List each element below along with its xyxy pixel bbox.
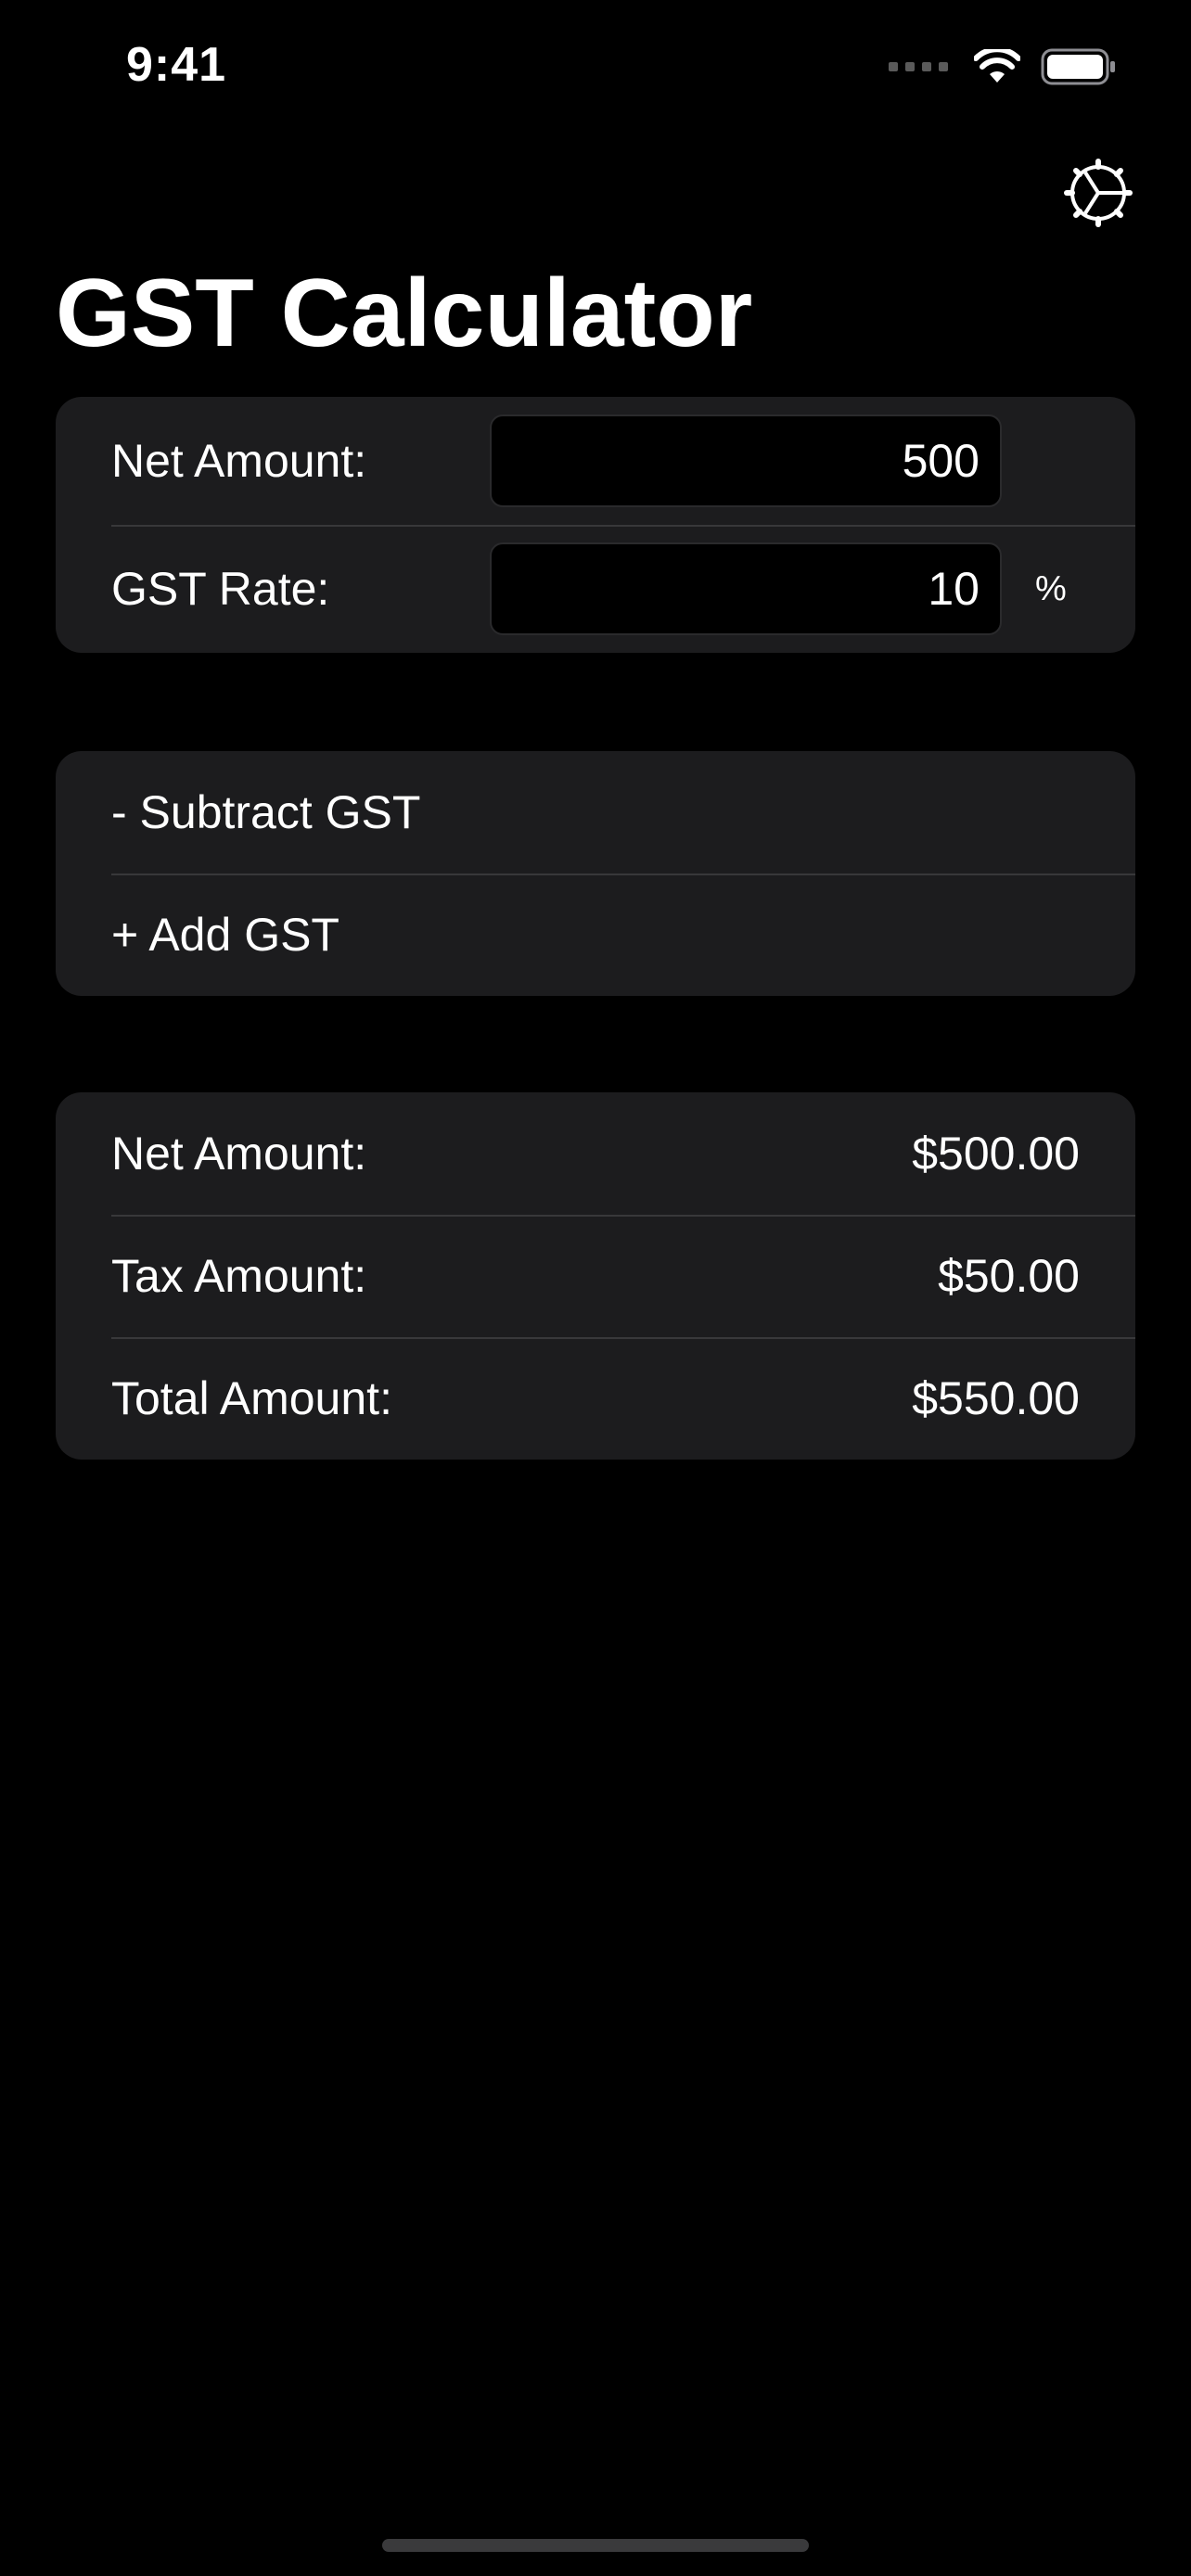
gear-icon [1064,159,1133,227]
result-net-value: $500.00 [912,1128,1080,1180]
home-indicator[interactable] [382,2539,809,2552]
status-bar: 9:41 [0,0,1191,130]
result-row-tax: Tax Amount: $50.00 [56,1215,1135,1337]
result-net-label: Net Amount: [111,1128,367,1180]
battery-icon [1041,48,1117,85]
subtract-gst-button[interactable]: - Subtract GST [56,751,1135,874]
signal-dots-icon [889,62,948,71]
gst-rate-label: GST Rate: [111,563,330,615]
input-card: Net Amount: GST Rate: % [56,397,1135,653]
status-time: 9:41 [126,38,227,92]
result-tax-label: Tax Amount: [111,1250,367,1302]
result-tax-value: $50.00 [938,1250,1080,1302]
status-icons [889,46,1117,87]
settings-button[interactable] [1061,156,1135,230]
subtract-gst-label: - Subtract GST [111,786,421,838]
result-row-total: Total Amount: $550.00 [56,1337,1135,1460]
wifi-icon [974,49,1020,84]
add-gst-label: + Add GST [111,909,339,961]
net-amount-row: Net Amount: [56,397,1135,525]
action-card: - Subtract GST + Add GST [56,751,1135,996]
gst-rate-input[interactable] [490,542,1002,635]
page-title: GST Calculator [56,260,753,367]
result-row-net: Net Amount: $500.00 [56,1092,1135,1215]
net-amount-label: Net Amount: [111,435,367,487]
add-gst-button[interactable]: + Add GST [56,874,1135,996]
result-card: Net Amount: $500.00 Tax Amount: $50.00 T… [56,1092,1135,1460]
result-total-label: Total Amount: [111,1372,392,1424]
result-total-value: $550.00 [912,1372,1080,1424]
net-amount-input[interactable] [490,414,1002,507]
gst-rate-row: GST Rate: % [56,525,1135,653]
percent-unit: % [1035,568,1067,608]
